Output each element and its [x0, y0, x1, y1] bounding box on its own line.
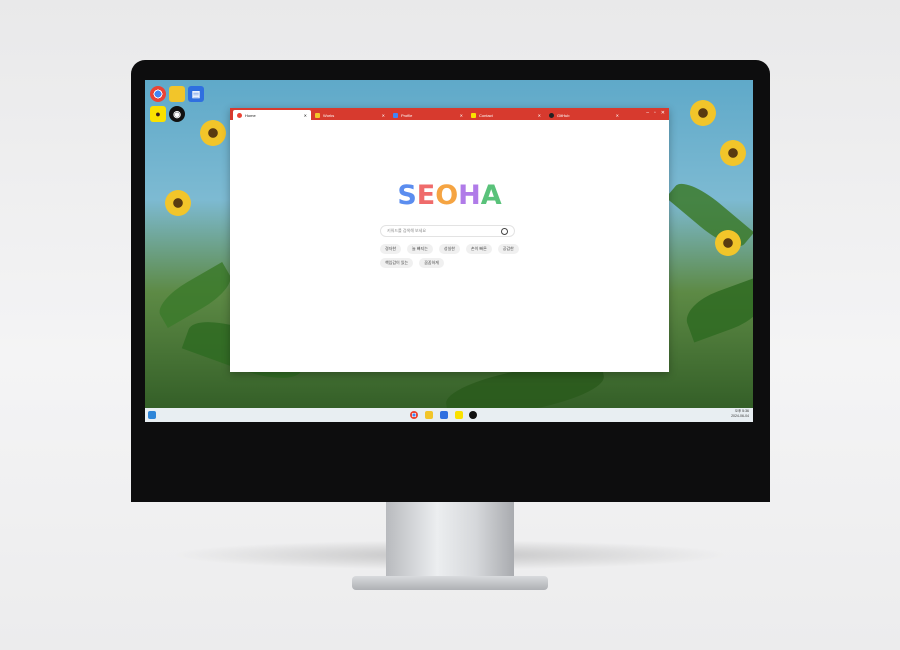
tab-contact[interactable]: Contact ✕	[467, 110, 545, 120]
tab-label: Works	[323, 112, 335, 118]
keyword-chip[interactable]: 공감한	[497, 244, 519, 254]
wallpaper-flower	[690, 100, 716, 126]
close-icon[interactable]: ✕	[661, 110, 665, 116]
kakaotalk-icon[interactable]: ●	[150, 106, 166, 122]
site-logo: SEOHA	[230, 180, 669, 211]
logo-letter: S	[397, 180, 417, 211]
tab-works[interactable]: Works ✕	[311, 110, 389, 120]
close-icon[interactable]: ✕	[616, 113, 619, 118]
wallpaper-flower	[165, 190, 191, 216]
taskbar: 오후 5:36 2024-06-04	[145, 408, 753, 422]
search-icon[interactable]	[501, 227, 508, 235]
keyword-chips: 경자한 늘 빠지는 성실한 손이 빠른 공감한 책임감이 있는 꼼꼼하게	[380, 244, 520, 268]
chrome-icon[interactable]	[150, 86, 166, 102]
github-icon[interactable]	[469, 411, 477, 419]
keyword-chip[interactable]: 경자한	[380, 244, 402, 254]
docs-icon[interactable]	[440, 411, 448, 419]
tab-github[interactable]: GitHub ✕	[545, 110, 623, 120]
keyword-chip[interactable]: 늘 빠지는	[407, 244, 433, 254]
windows-start-icon[interactable]	[148, 411, 156, 419]
tab-home[interactable]: Home ✕	[233, 110, 311, 120]
github-icon	[549, 112, 554, 118]
wallpaper-flower	[715, 230, 741, 256]
tab-label: Contact	[479, 112, 493, 118]
window-controls: – ▫ ✕	[646, 110, 665, 116]
logo-letter: O	[435, 180, 459, 211]
kakaotalk-icon	[471, 112, 476, 118]
folder-icon	[315, 112, 320, 118]
minimize-icon[interactable]: –	[646, 110, 649, 116]
desktop-screen: ▤ ● ◉ Home ✕ Works ✕ Profile ✕ Contact ✕…	[145, 80, 753, 422]
wallpaper-flower	[200, 120, 226, 146]
wallpaper-flower	[720, 140, 746, 166]
tab-profile[interactable]: Profile ✕	[389, 110, 467, 120]
tab-label: GitHub	[557, 112, 570, 118]
clock-date: 2024-06-04	[731, 414, 749, 418]
logo-text: SEOHA	[397, 180, 501, 211]
close-icon[interactable]: ✕	[304, 113, 307, 118]
monitor-base	[352, 576, 548, 590]
github-icon[interactable]: ◉	[169, 106, 185, 122]
wallpaper-leaf	[680, 277, 753, 343]
close-icon[interactable]: ✕	[382, 113, 385, 118]
system-clock[interactable]: 오후 5:36 2024-06-04	[731, 409, 749, 419]
maximize-icon[interactable]: ▫	[654, 110, 656, 116]
logo-letter: A	[480, 180, 502, 211]
kakaotalk-icon[interactable]	[455, 411, 463, 419]
folder-icon[interactable]	[425, 411, 433, 419]
docs-icon	[393, 112, 398, 118]
close-icon[interactable]: ✕	[538, 113, 541, 118]
keyword-chip[interactable]: 손이 빠른	[465, 244, 492, 254]
monitor-stand	[386, 502, 514, 580]
tab-bar: Home ✕ Works ✕ Profile ✕ Contact ✕ GitHu…	[230, 108, 669, 120]
home-tab-icon	[237, 112, 242, 118]
folder-icon[interactable]	[169, 86, 185, 102]
search-placeholder: 키워드를 검색해 보세요	[387, 228, 427, 233]
keyword-chip[interactable]: 꼼꼼하게	[419, 258, 444, 268]
logo-letter: H	[458, 180, 481, 211]
search-input[interactable]: 키워드를 검색해 보세요	[380, 225, 515, 237]
close-icon[interactable]: ✕	[460, 113, 463, 118]
docs-icon[interactable]: ▤	[188, 86, 204, 102]
keyword-chip[interactable]: 책임감이 있는	[380, 258, 414, 268]
chrome-icon[interactable]	[410, 411, 418, 419]
browser-window: Home ✕ Works ✕ Profile ✕ Contact ✕ GitHu…	[230, 108, 669, 372]
wallpaper-leaf	[152, 262, 238, 328]
logo-letter: E	[416, 180, 436, 211]
keyword-chip[interactable]: 성실한	[438, 244, 460, 254]
tab-label: Home	[245, 112, 256, 118]
tab-label: Profile	[401, 112, 413, 118]
